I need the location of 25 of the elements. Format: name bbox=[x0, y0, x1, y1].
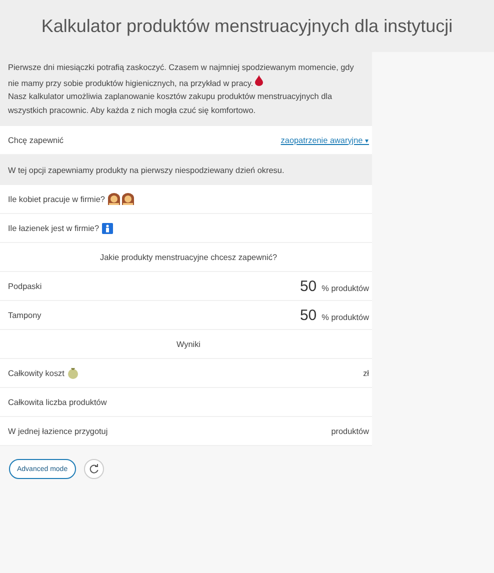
blood-drop-icon bbox=[255, 74, 264, 86]
result-label: W jednej łazience przygotuj bbox=[8, 426, 108, 436]
intro-text: Nasz kalkulator umożliwia zaplanowanie kosztów zakupu produktów menstruacyjnych dla wszystkich pracownic. Aby każda z nich mogła czuć się komfortowo. bbox=[8, 91, 334, 117]
result-label: Całkowity koszt bbox=[8, 368, 64, 378]
page-title: Kalkulator produktów menstruacyjnych dla instytucji bbox=[41, 16, 453, 36]
reset-button[interactable] bbox=[84, 459, 104, 479]
unit-label: % produktów bbox=[322, 284, 369, 292]
section-heading: Wyniki bbox=[176, 340, 201, 348]
percent-value[interactable]: 50 bbox=[300, 278, 317, 294]
refresh-icon bbox=[88, 464, 99, 474]
result-value: produktów bbox=[331, 426, 369, 436]
intro-text: Pierwsze dni miesiączki potrafią zaskoczyć. Czasem w najmniej spodziewanym momencie, gdy nie mamy przy sobie produktów higienicznych, na przykład w pracy. bbox=[8, 62, 355, 90]
money-bag-icon bbox=[67, 367, 80, 379]
unit-label: % produktów bbox=[322, 312, 369, 322]
women-icon bbox=[108, 193, 134, 205]
option-note: W tej opcji zapewniamy produkty na pierwszy niespodziewany dzień okresu. bbox=[8, 166, 284, 174]
choice-label: Chcę zapewnić bbox=[8, 136, 64, 144]
product-label: Tampony bbox=[8, 310, 42, 320]
result-value: zł bbox=[363, 368, 369, 378]
question-label: Ile kobiet pracuje w firmie? bbox=[8, 194, 105, 204]
product-label: Podpaski bbox=[8, 282, 42, 290]
result-label: Całkowita liczba produktów bbox=[8, 398, 107, 406]
section-heading: Jakie produkty menstruacyjne chcesz zapewnić? bbox=[100, 252, 278, 262]
percent-value[interactable]: 50 bbox=[300, 306, 317, 324]
question-label: Ile łazienek jest w firmie? bbox=[8, 224, 100, 232]
